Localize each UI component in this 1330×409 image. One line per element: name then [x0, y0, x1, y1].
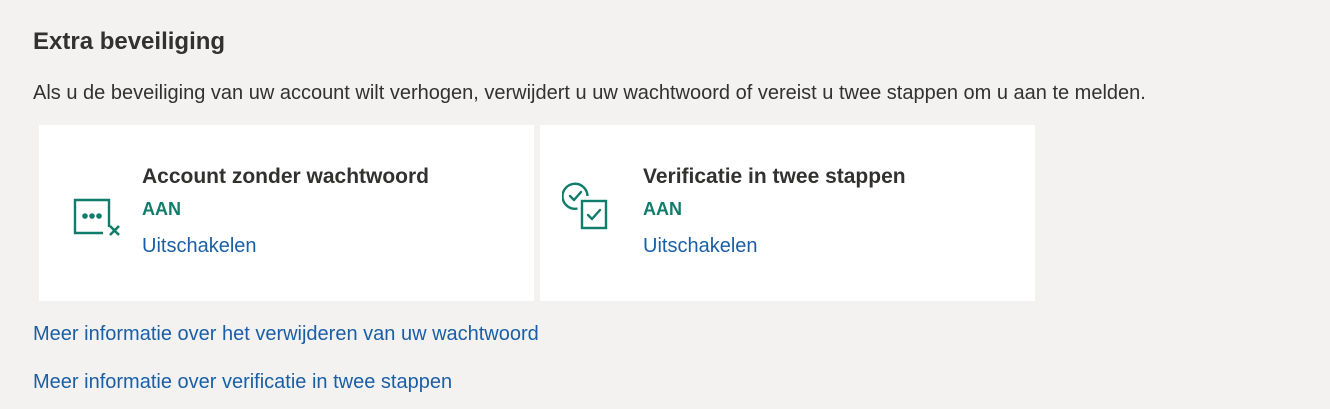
disable-two-step-link[interactable]: Uitschakelen — [643, 233, 758, 259]
card-title: Verificatie in twee stappen — [643, 165, 906, 188]
passwordless-account-card: Account zonder wachtwoord AAN Uitschakel… — [39, 125, 534, 301]
card-title: Account zonder wachtwoord — [142, 165, 430, 188]
learn-more-passwordless-link[interactable]: Meer informatie over het verwijderen van… — [33, 323, 539, 346]
status-badge: AAN — [643, 199, 682, 219]
section-title: Extra beveiliging — [33, 28, 226, 55]
section-description: Als u de beveiliging van uw account wilt… — [33, 82, 1146, 104]
card-content: Verificatie in twee stappen AAN Uitschak… — [643, 163, 906, 259]
card-content: Account zonder wachtwoord AAN Uitschakel… — [142, 163, 429, 259]
two-step-verification-icon — [561, 179, 618, 235]
learn-more-two-step-link[interactable]: Meer informatie over verificatie in twee… — [33, 371, 452, 394]
status-badge: AAN — [142, 199, 181, 219]
passwordless-icon — [73, 197, 129, 253]
two-step-verification-card: Verificatie in twee stappen AAN Uitschak… — [540, 125, 1035, 301]
disable-passwordless-link[interactable]: Uitschakelen — [142, 233, 257, 259]
